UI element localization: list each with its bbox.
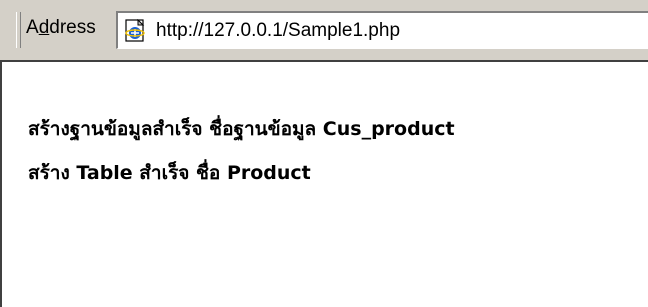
url-text: http://127.0.0.1/Sample1.php bbox=[156, 20, 401, 41]
table-created-message: สร้าง Table สำเร็จ ชื่อ Product bbox=[28, 162, 311, 184]
address-label-prefix: A bbox=[26, 17, 39, 38]
address-label-accelerator: d bbox=[38, 17, 50, 38]
address-toolbar: Address http://127.0.0.1/Sample1.php bbox=[0, 0, 648, 62]
database-created-message: สร้างฐานข้อมูลสำเร็จ ชื่อฐานข้อมูล Cus_p… bbox=[28, 118, 455, 140]
ie-page-icon bbox=[125, 19, 145, 42]
address-label: Address bbox=[26, 16, 96, 40]
address-input[interactable]: http://127.0.0.1/Sample1.php bbox=[116, 11, 648, 49]
page-content: สร้างฐานข้อมูลสำเร็จ ชื่อฐานข้อมูล Cus_p… bbox=[0, 62, 648, 307]
browser-window: Address http://127.0.0.1/Sample1.php สร้… bbox=[0, 0, 648, 307]
toolbar-grip[interactable] bbox=[16, 12, 21, 48]
address-label-suffix: dress bbox=[49, 17, 96, 38]
